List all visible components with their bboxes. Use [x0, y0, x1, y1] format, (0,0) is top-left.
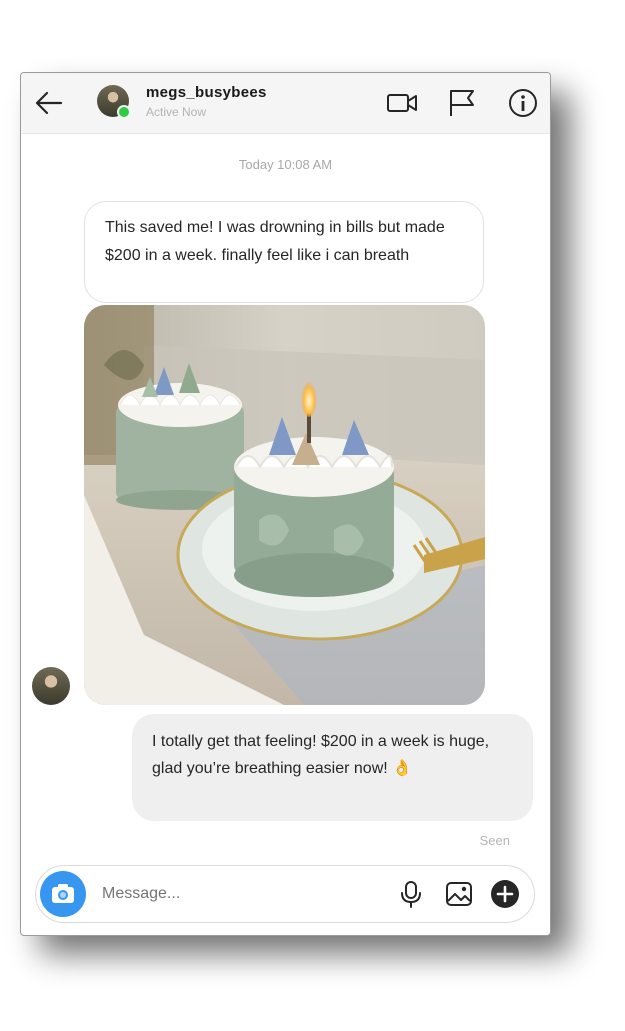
back-arrow-icon[interactable] — [33, 87, 65, 119]
sender-avatar[interactable] — [32, 667, 70, 705]
seen-receipt: Seen — [479, 833, 510, 848]
add-icon[interactable] — [490, 879, 520, 909]
contact-avatar[interactable] — [97, 85, 131, 119]
incoming-message-bubble[interactable]: This saved me! I was drowning in bills b… — [84, 201, 484, 303]
outgoing-message-text: I totally get that feeling! $200 in a we… — [152, 733, 490, 777]
microphone-icon[interactable] — [396, 879, 426, 909]
message-composer — [35, 865, 535, 923]
contact-username[interactable]: megs_busybees — [146, 84, 267, 101]
info-icon[interactable] — [507, 87, 539, 119]
online-indicator — [117, 105, 131, 119]
camera-icon — [52, 884, 74, 903]
message-timestamp: Today 10:08 AM — [238, 157, 333, 172]
message-input[interactable] — [102, 885, 382, 903]
dm-window: megs_busybees Active Now Today 10:08 AM … — [20, 72, 551, 936]
incoming-message-text: This saved me! I was drowning in bills b… — [105, 219, 445, 264]
cake-candle-image — [84, 305, 485, 705]
gallery-icon[interactable] — [444, 879, 474, 909]
outgoing-message-bubble[interactable]: I totally get that feeling! $200 in a we… — [132, 714, 533, 821]
camera-button[interactable] — [40, 871, 86, 917]
active-status: Active Now — [146, 105, 207, 119]
shared-photo[interactable] — [84, 305, 485, 705]
chat-header: megs_busybees Active Now — [21, 73, 550, 134]
flag-icon[interactable] — [446, 87, 478, 119]
video-call-icon[interactable] — [386, 87, 418, 119]
